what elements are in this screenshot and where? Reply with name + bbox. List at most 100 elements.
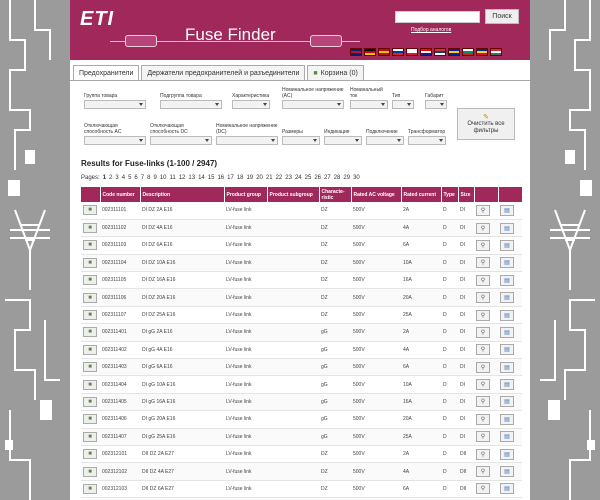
filter-select-rated-voltage-ac[interactable] <box>282 100 344 109</box>
details-button[interactable]: ⚲ <box>476 396 490 408</box>
analog-selection-link[interactable]: Подбор аналогов <box>411 27 451 33</box>
germany-flag[interactable] <box>364 48 376 56</box>
page-link[interactable]: 27 <box>324 175 331 181</box>
add-to-cart-button[interactable]: ■ <box>83 257 97 268</box>
page-link[interactable]: 7 <box>141 175 144 181</box>
details-button[interactable]: ⚲ <box>476 361 490 373</box>
datasheet-button[interactable]: ▤ <box>500 309 514 321</box>
page-link[interactable]: 23 <box>285 175 292 181</box>
table-header-cell[interactable]: Characte-ristic <box>319 187 352 202</box>
page-link[interactable]: 28 <box>334 175 341 181</box>
clear-filters-button[interactable]: ✎ Очистить все фильтры <box>457 108 515 140</box>
filter-select-dimensions[interactable] <box>282 136 320 145</box>
page-link[interactable]: 12 <box>179 175 186 181</box>
table-header-cell[interactable]: Rated current <box>401 187 442 202</box>
datasheet-button[interactable]: ▤ <box>500 379 514 391</box>
filter-select-size[interactable] <box>425 100 447 109</box>
details-button[interactable]: ⚲ <box>476 309 490 321</box>
datasheet-button[interactable]: ▤ <box>500 361 514 373</box>
table-header-cell[interactable]: Description <box>140 187 225 202</box>
details-button[interactable]: ⚲ <box>476 239 490 251</box>
details-button[interactable]: ⚲ <box>476 448 490 460</box>
search-input[interactable] <box>395 11 480 23</box>
page-link[interactable]: 19 <box>247 175 254 181</box>
page-link[interactable]: 21 <box>266 175 273 181</box>
filter-select-connection[interactable] <box>366 136 404 145</box>
filter-select-rated-voltage-dc[interactable] <box>216 136 278 145</box>
add-to-cart-button[interactable]: ■ <box>83 205 97 216</box>
add-to-cart-button[interactable]: ■ <box>83 483 97 494</box>
table-header-cell[interactable]: Size <box>458 187 475 202</box>
add-to-cart-button[interactable]: ■ <box>83 310 97 321</box>
details-button[interactable]: ⚲ <box>476 222 490 234</box>
add-to-cart-button[interactable]: ■ <box>83 223 97 234</box>
datasheet-button[interactable]: ▤ <box>500 292 514 304</box>
details-button[interactable]: ⚲ <box>476 344 490 356</box>
filter-select-breaking-capacity-ac[interactable] <box>84 136 146 145</box>
datasheet-button[interactable]: ▤ <box>500 222 514 234</box>
poland-flag[interactable] <box>406 48 418 56</box>
add-to-cart-button[interactable]: ■ <box>83 327 97 338</box>
details-button[interactable]: ⚲ <box>476 379 490 391</box>
datasheet-button[interactable]: ▤ <box>500 344 514 356</box>
page-link[interactable]: 15 <box>208 175 215 181</box>
add-to-cart-button[interactable]: ■ <box>83 431 97 442</box>
datasheet-button[interactable]: ▤ <box>500 239 514 251</box>
page-link[interactable]: 22 <box>276 175 283 181</box>
tab-fuse-holders[interactable]: Держатели предохранителей и разъединител… <box>141 65 306 80</box>
page-link[interactable]: 10 <box>160 175 167 181</box>
page-link[interactable]: 25 <box>305 175 312 181</box>
details-button[interactable]: ⚲ <box>476 483 490 495</box>
details-button[interactable]: ⚲ <box>476 274 490 286</box>
page-link[interactable]: 9 <box>153 175 156 181</box>
search-button[interactable]: Поиск <box>485 9 519 24</box>
russia-flag[interactable] <box>392 48 404 56</box>
filter-select-product-group[interactable] <box>84 100 146 109</box>
uk-flag[interactable] <box>350 48 362 56</box>
page-link[interactable]: 2 <box>109 175 112 181</box>
table-header-cell[interactable]: Code number <box>100 187 141 202</box>
details-button[interactable]: ⚲ <box>476 466 490 478</box>
details-button[interactable]: ⚲ <box>476 413 490 425</box>
eti-logo[interactable]: ETI <box>80 8 114 31</box>
page-link[interactable]: 24 <box>295 175 302 181</box>
add-to-cart-button[interactable]: ■ <box>83 344 97 355</box>
page-link[interactable]: 11 <box>169 175 175 181</box>
page-link[interactable]: 20 <box>256 175 263 181</box>
datasheet-button[interactable]: ▤ <box>500 448 514 460</box>
bulgaria-flag[interactable] <box>462 48 474 56</box>
add-to-cart-button[interactable]: ■ <box>83 240 97 251</box>
details-button[interactable]: ⚲ <box>476 431 490 443</box>
bosnia-flag[interactable] <box>448 48 460 56</box>
serbia-flag[interactable] <box>434 48 446 56</box>
add-to-cart-button[interactable]: ■ <box>83 449 97 460</box>
table-header-cell[interactable]: Product subgroup <box>267 187 320 202</box>
filter-select-product-subgroup[interactable] <box>160 100 222 109</box>
hungary-flag[interactable] <box>490 48 502 56</box>
page-link[interactable]: 26 <box>314 175 321 181</box>
filter-select-indication[interactable] <box>324 136 362 145</box>
table-header-cell[interactable]: Type <box>441 187 459 202</box>
datasheet-button[interactable]: ▤ <box>500 396 514 408</box>
page-link[interactable]: 8 <box>147 175 150 181</box>
romania-flag[interactable] <box>476 48 488 56</box>
page-link[interactable]: 14 <box>198 175 205 181</box>
add-to-cart-button[interactable]: ■ <box>83 396 97 407</box>
add-to-cart-button[interactable]: ■ <box>83 362 97 373</box>
filter-select-characteristic[interactable] <box>232 100 270 109</box>
filter-select-rated-current[interactable] <box>350 100 388 109</box>
add-to-cart-button[interactable]: ■ <box>83 414 97 425</box>
table-header-cell[interactable]: Rated AC voltage <box>351 187 402 202</box>
datasheet-button[interactable]: ▤ <box>500 431 514 443</box>
datasheet-button[interactable]: ▤ <box>500 483 514 495</box>
datasheet-button[interactable]: ▤ <box>500 326 514 338</box>
spain-flag[interactable] <box>378 48 390 56</box>
filter-select-type[interactable] <box>392 100 414 109</box>
datasheet-button[interactable]: ▤ <box>500 204 514 216</box>
page-link[interactable]: 3 <box>115 175 118 181</box>
page-link[interactable]: 29 <box>343 175 350 181</box>
add-to-cart-button[interactable]: ■ <box>83 292 97 303</box>
details-button[interactable]: ⚲ <box>476 326 490 338</box>
page-link[interactable]: 30 <box>353 175 360 181</box>
tab-cart[interactable]: ■ Корзина (0) <box>307 65 364 80</box>
